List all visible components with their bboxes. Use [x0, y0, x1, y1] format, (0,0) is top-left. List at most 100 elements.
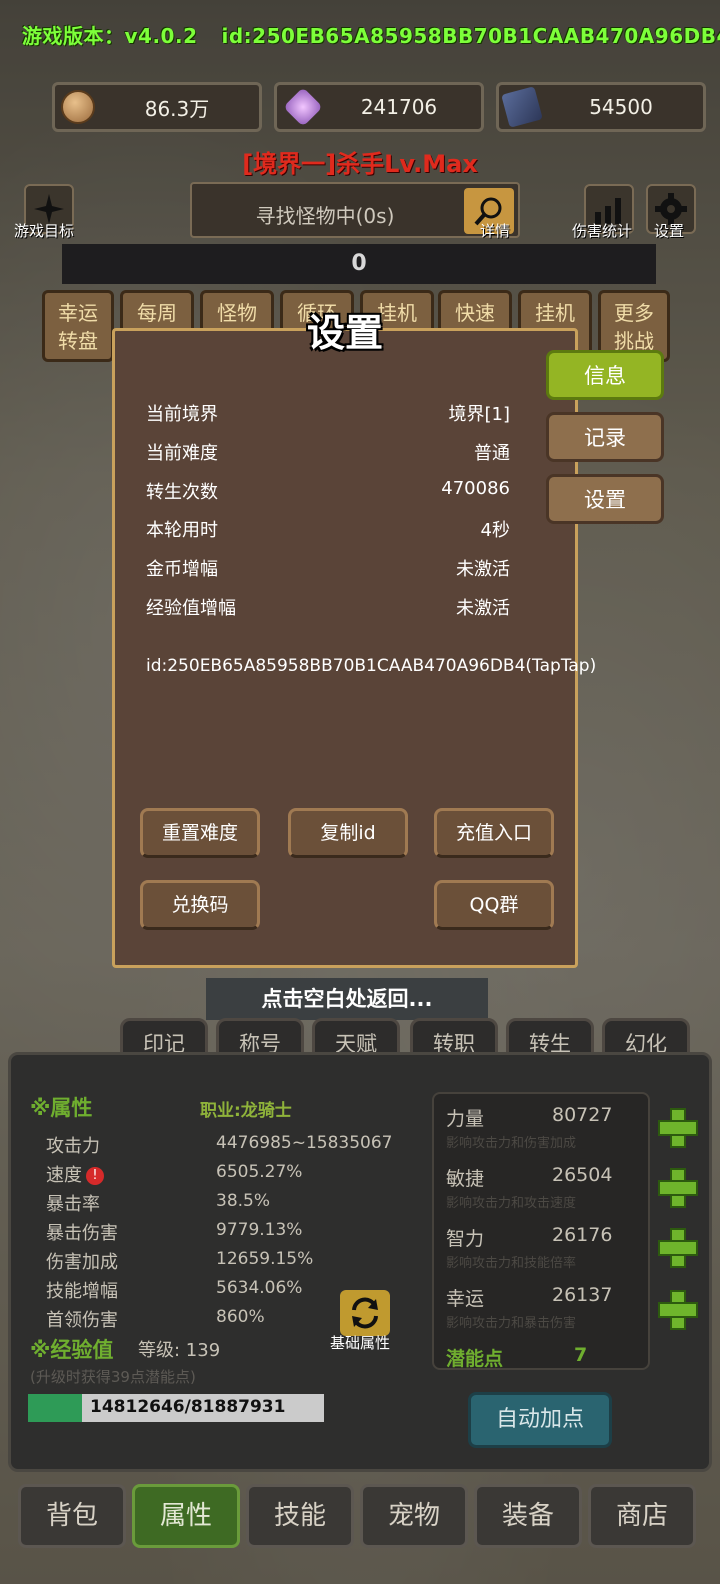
detail-label: 详情 [480, 222, 511, 240]
info-label: 金币增幅 [146, 559, 218, 580]
info-label: 转生次数 [146, 482, 218, 503]
potential-name: 敏捷 [446, 1168, 485, 1190]
qq-group-button[interactable]: QQ群 [434, 880, 554, 930]
refresh-icon [352, 1297, 378, 1329]
info-row-time: 本轮用时 4秒 [146, 516, 510, 542]
stat-label-boss-damage: 首领伤害 [46, 1310, 118, 1331]
nav-pets[interactable]: 宠物 [360, 1484, 468, 1548]
stat-value-skill-boost: 5634.06% [216, 1278, 303, 1298]
potential-value: 80727 [552, 1104, 613, 1126]
copy-id-button[interactable]: 复制id [288, 808, 408, 858]
stat-value-speed: 6505.27% [216, 1162, 303, 1182]
gold-counter: 86.3万 [52, 82, 262, 132]
stat-label-attack: 攻击力 [46, 1136, 100, 1157]
experience-bar-fill [28, 1394, 82, 1422]
add-luck-button[interactable] [658, 1290, 698, 1330]
potential-value: 26137 [552, 1284, 613, 1306]
game-goal-label: 游戏目标 [14, 222, 75, 240]
potential-points-value: 7 [574, 1344, 588, 1366]
version-bar: 游戏版本：v4.0.2 id:250EB65A85958BB70B1CAAB470… [22, 20, 720, 49]
book-icon [501, 86, 543, 128]
attribute-heading: ※属性 [30, 1096, 93, 1120]
info-row-rebirths: 转生次数 470086 [146, 478, 510, 504]
stat-value-boss-damage: 860% [216, 1307, 265, 1327]
info-value: 未激活 [456, 559, 510, 580]
gold-value: 86.3万 [144, 96, 210, 121]
info-row-gold-boost: 金币增幅 未激活 [146, 555, 510, 581]
gem-icon [283, 87, 323, 127]
stat-value-crit-damage: 9779.13% [216, 1220, 303, 1240]
potential-name: 幸运 [446, 1288, 485, 1310]
tap-to-return-hint[interactable]: 点击空白处返回... [206, 978, 488, 1020]
nav-backpack[interactable]: 背包 [18, 1484, 126, 1548]
stat-value-crit-rate: 38.5% [216, 1191, 271, 1211]
info-label: 当前难度 [146, 443, 218, 464]
tab-records[interactable]: 记录 [546, 412, 664, 462]
level-up-hint: (升级时获得39点潜能点) [30, 1368, 196, 1386]
info-label: 当前境界 [146, 404, 218, 425]
potential-desc: 影响攻击力和技能倍率 [446, 1256, 577, 1271]
book-value: 54500 [589, 95, 653, 119]
experience-bar: 14812646/81887931 [28, 1394, 324, 1422]
modal-title: 设置 [306, 311, 383, 355]
gem-value: 241706 [360, 95, 438, 119]
search-status-text: 寻找怪物中(0s) [255, 204, 395, 228]
stat-label-damage-bonus: 伤害加成 [46, 1252, 118, 1273]
nav-skills[interactable]: 技能 [246, 1484, 354, 1548]
info-row-realm: 当前境界 境界[1] [146, 400, 510, 426]
redeem-code-button[interactable]: 兑换码 [140, 880, 260, 930]
warning-icon[interactable]: ! [86, 1167, 104, 1185]
nav-shop[interactable]: 商店 [588, 1484, 696, 1548]
potential-value: 26176 [552, 1224, 613, 1246]
kill-progress-bar: 0 [62, 244, 656, 284]
reset-difficulty-button[interactable]: 重置难度 [140, 808, 260, 858]
coin-icon [61, 90, 95, 124]
tab-info[interactable]: 信息 [546, 350, 664, 400]
info-value: 4秒 [480, 520, 510, 541]
info-value: 470086 [441, 478, 510, 499]
experience-heading: ※经验值 [30, 1338, 114, 1362]
stat-label-crit-rate: 暴击率 [46, 1194, 100, 1215]
info-value: 境界[1] [448, 404, 511, 425]
info-row-exp-boost: 经验值增幅 未激活 [146, 594, 510, 620]
potential-name: 力量 [446, 1108, 485, 1130]
version-text: 游戏版本：v4.0.2 [22, 24, 198, 48]
nav-attributes[interactable]: 属性 [132, 1484, 240, 1548]
potential-desc: 影响攻击力和攻击速度 [446, 1196, 577, 1211]
rank-title: [境界一]杀手Lv.Max [242, 150, 478, 178]
stat-label-speed: 速度! [46, 1161, 104, 1187]
potential-name: 智力 [446, 1228, 485, 1250]
job-text: 职业:龙骑士 [200, 1101, 292, 1121]
recharge-button[interactable]: 充值入口 [434, 808, 554, 858]
info-row-difficulty: 当前难度 普通 [146, 439, 510, 465]
info-label: 本轮用时 [146, 520, 218, 541]
tab-settings[interactable]: 设置 [546, 474, 664, 524]
level-text: 等级: 139 [138, 1340, 221, 1361]
experience-value: 14812646/81887931 [90, 1397, 286, 1417]
stat-value-damage-bonus: 12659.15% [216, 1249, 314, 1269]
stat-label-crit-damage: 暴击伤害 [46, 1223, 118, 1244]
add-intelligence-button[interactable] [658, 1228, 698, 1268]
info-value: 普通 [474, 443, 510, 464]
stat-label-skill-boost: 技能增幅 [46, 1281, 118, 1302]
potential-desc: 影响攻击力和暴击伤害 [446, 1316, 577, 1331]
settings-label: 设置 [654, 222, 685, 240]
potential-points-label: 潜能点 [446, 1348, 504, 1370]
base-attribute-toggle[interactable] [340, 1290, 390, 1336]
monster-search-bar: 寻找怪物中(0s) [190, 182, 520, 238]
add-agility-button[interactable] [658, 1168, 698, 1208]
base-attribute-label: 基础属性 [330, 1334, 391, 1352]
player-id-text: id:250EB65A85958BB70B1CAAB470A96DB4 [221, 24, 720, 48]
stat-value-attack: 4476985~15835067 [216, 1133, 393, 1153]
potential-value: 26504 [552, 1164, 613, 1186]
modal-id-text: id:250EB65A85958BB70B1CAAB470A96DB4(TapT… [146, 656, 597, 676]
potential-desc: 影响攻击力和伤害加成 [446, 1136, 577, 1151]
nav-equipment[interactable]: 装备 [474, 1484, 582, 1548]
info-label: 经验值增幅 [146, 598, 236, 619]
stat-label-speed-text: 速度 [46, 1165, 82, 1186]
add-strength-button[interactable] [658, 1108, 698, 1148]
info-value: 未激活 [456, 598, 510, 619]
auto-allocate-button[interactable]: 自动加点 [468, 1392, 612, 1448]
book-counter: 54500 [496, 82, 706, 132]
damage-stats-label: 伤害统计 [572, 222, 633, 240]
